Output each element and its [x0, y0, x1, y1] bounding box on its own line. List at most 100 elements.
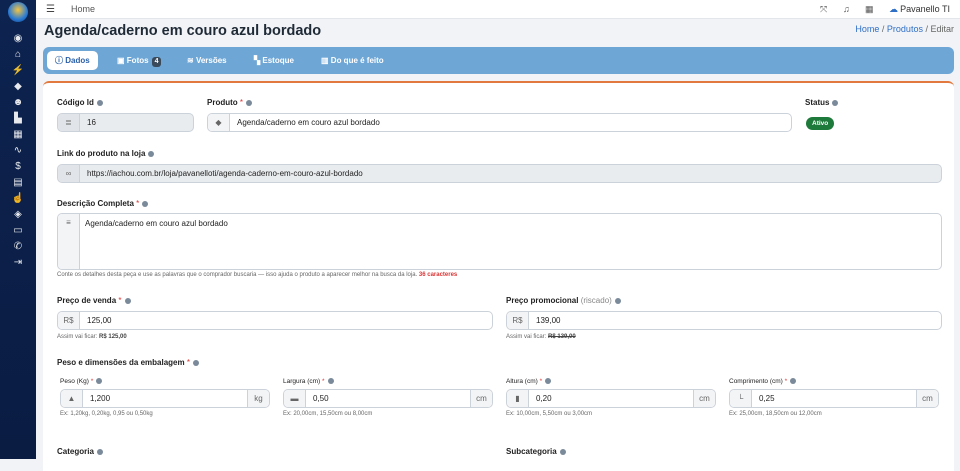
dollar-icon[interactable]: $ — [11, 161, 25, 173]
user-menu[interactable]: Pavanello TI — [900, 4, 950, 14]
store-icon[interactable]: ⌂ — [11, 49, 25, 61]
bell-icon[interactable]: ♫ — [843, 4, 850, 14]
tab-materiais[interactable]: ▥ Do que é feito — [313, 51, 392, 70]
breadcrumb: Home / Produtos / Editar — [855, 24, 954, 34]
codigo-field: ≣ 16 — [57, 113, 194, 132]
info-icon: ⓘ — [55, 56, 63, 65]
weight-icon: ▲ — [61, 390, 83, 407]
breadcrumb-products[interactable]: Produtos — [887, 24, 923, 34]
altura-value: 0,20 — [536, 394, 552, 403]
breadcrumb-home[interactable]: Home — [855, 24, 879, 34]
info-icon — [148, 150, 155, 157]
link-icon: ∞ — [58, 165, 80, 182]
card-icon[interactable]: ▭ — [11, 225, 25, 237]
tags-icon[interactable]: ◈ — [11, 209, 25, 221]
unit-suffix: cm — [916, 390, 938, 407]
menu-icon[interactable]: ☰ — [46, 4, 55, 15]
comprimento-value: 0,25 — [759, 394, 775, 403]
codigo-value: 16 — [87, 118, 96, 127]
preco-help: Assim vai ficar: R$ 125,00 — [57, 334, 127, 340]
largura-value: 0,50 — [313, 394, 329, 403]
info-icon — [614, 297, 621, 304]
link-field: ∞ https://iachou.com.br/loja/pavanelloti… — [57, 164, 942, 183]
altura-input[interactable]: ▮ 0,20 cm — [506, 389, 716, 408]
peso-value: 1,200 — [90, 394, 111, 403]
produto-value: Agenda/caderno em couro azul bordado — [237, 118, 380, 127]
promo-value: 139,00 — [536, 316, 561, 325]
info-icon — [96, 448, 103, 455]
peso-label: Peso (Kg) * — [60, 378, 103, 385]
diamond-icon[interactable]: ◆ — [11, 81, 25, 93]
comprimento-label: Comprimento (cm) * — [729, 378, 797, 385]
status-label: Status — [805, 98, 839, 107]
promo-input[interactable]: R$ 139,00 — [506, 311, 942, 330]
descricao-value: Agenda/caderno em couro azul bordado — [85, 219, 228, 228]
whatsapp-icon[interactable]: ✆ — [11, 241, 25, 253]
currency-prefix: R$ — [507, 312, 529, 329]
info-icon — [192, 359, 199, 366]
status-toggle[interactable]: Ativo — [806, 117, 835, 130]
descricao-textarea[interactable]: ≡ Agenda/caderno em couro azul bordado — [57, 213, 942, 270]
preco-input[interactable]: R$ 125,00 — [57, 311, 493, 330]
photo-count-badge: 4 — [151, 57, 162, 67]
largura-input[interactable]: ▬ 0,50 cm — [283, 389, 493, 408]
descricao-label: Descrição Completa * — [57, 199, 149, 208]
tab-versoes[interactable]: ≋ Versões — [179, 51, 235, 70]
length-icon: └ — [730, 390, 752, 407]
codigo-label: Código Id — [57, 98, 103, 107]
users-icon[interactable]: ☻ — [11, 97, 25, 109]
cloud-icon: ☁ — [889, 4, 898, 14]
info-icon — [559, 448, 566, 455]
info-icon — [790, 378, 797, 385]
factory-icon[interactable]: ▙ — [11, 113, 25, 125]
dimensoes-label: Peso e dimensões da embalagem * — [57, 358, 199, 367]
sidebar: ◉ ⌂ ⚡ ◆ ☻ ▙ ▦ ∿ $ ▤ ☝ ◈ ▭ ✆ ⇥ — [0, 0, 36, 459]
largura-help: Ex: 20,00cm, 15,50cm ou 8,00cm — [283, 411, 373, 417]
tag-icon: ◆ — [208, 114, 230, 131]
tab-label: Do que é feito — [330, 56, 384, 65]
app-logo[interactable] — [8, 2, 28, 22]
info-icon — [246, 99, 253, 106]
tab-label: Versões — [195, 56, 227, 65]
tab-bar: ⓘ Dados ▣ Fotos 4 ≋ Versões ▚ Estoque ▥ D… — [43, 47, 954, 74]
preco-label: Preço de venda * — [57, 296, 131, 305]
tab-estoque[interactable]: ▚ Estoque — [246, 51, 302, 70]
subcategoria-label: Subcategoria — [506, 447, 566, 456]
table-icon[interactable]: ▦ — [11, 129, 25, 141]
link-value[interactable]: https://iachou.com.br/loja/pavanelloti/a… — [87, 165, 363, 182]
currency-prefix: R$ — [58, 312, 80, 329]
info-icon — [832, 99, 839, 106]
peso-input[interactable]: ▲ 1,200 kg — [60, 389, 270, 408]
tab-label: Dados — [65, 56, 90, 65]
calendar-icon[interactable]: ▦ — [865, 4, 874, 15]
layers-icon: ≋ — [187, 56, 194, 65]
descricao-help: Conte os detalhes desta peça e use as pa… — [57, 272, 458, 278]
topbar-home-link[interactable]: Home — [71, 4, 95, 14]
info-icon — [96, 378, 103, 385]
tab-dados[interactable]: ⓘ Dados — [47, 51, 98, 70]
ruler-icon: ▬ — [284, 390, 306, 407]
trash-icon: ▥ — [321, 56, 329, 65]
fullscreen-icon[interactable]: ⤧ — [820, 4, 827, 15]
altura-label: Altura (cm) * — [506, 378, 552, 385]
comprimento-input[interactable]: └ 0,25 cm — [729, 389, 939, 408]
height-icon: ▮ — [507, 390, 529, 407]
images-icon: ▣ — [117, 56, 125, 65]
dashboard-icon[interactable]: ◉ — [11, 33, 25, 45]
plug-icon[interactable]: ⚡ — [11, 65, 25, 77]
unit-suffix: kg — [247, 390, 269, 407]
chart-icon[interactable]: ∿ — [11, 145, 25, 157]
hand-icon[interactable]: ☝ — [11, 193, 25, 205]
produto-label: Produto * — [207, 98, 253, 107]
peso-help: Ex: 1,20kg, 0,20kg, 0,95 ou 0,50kg — [60, 411, 153, 417]
boxes-icon: ▚ — [254, 56, 261, 65]
preco-value: 125,00 — [87, 316, 112, 325]
unit-suffix: cm — [470, 390, 492, 407]
file-icon[interactable]: ▤ — [11, 177, 25, 189]
promo-label: Preço promocional (riscado) — [506, 296, 621, 305]
tab-label: Fotos — [126, 56, 149, 65]
tab-fotos[interactable]: ▣ Fotos 4 — [109, 51, 169, 70]
promo-help: Assim vai ficar: R$ 139,00 — [506, 334, 576, 340]
logout-icon[interactable]: ⇥ — [11, 257, 25, 269]
produto-input[interactable]: ◆ Agenda/caderno em couro azul bordado — [207, 113, 792, 132]
